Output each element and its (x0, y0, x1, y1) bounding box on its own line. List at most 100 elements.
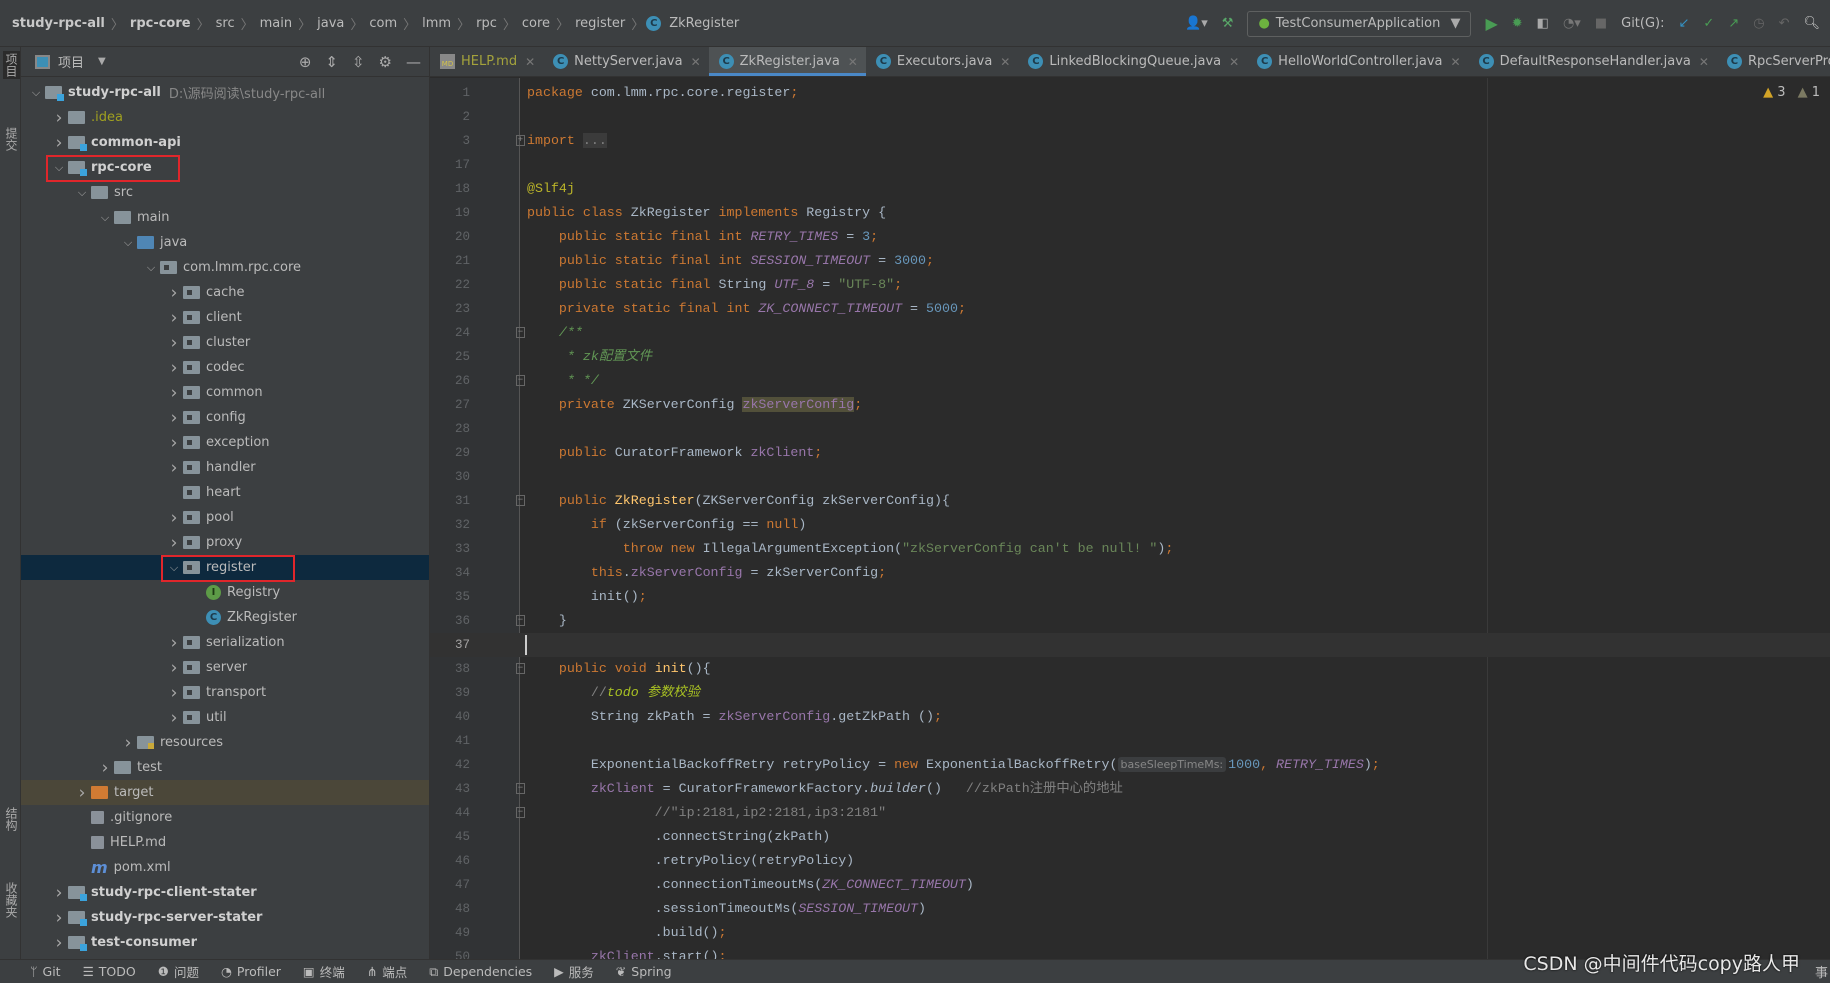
expand-all-icon[interactable]: ⇕ (325, 53, 338, 71)
chevron-right-icon[interactable]: › (165, 633, 183, 653)
tool-window-favorites[interactable]: 收藏夹 (3, 882, 20, 918)
rollback-icon[interactable]: ↶ (1779, 16, 1790, 31)
tree-item[interactable]: › serialization (21, 630, 429, 655)
code-line[interactable]: 27 private ZKServerConfig zkServerConfig… (430, 393, 1830, 417)
code-line[interactable]: 31 − public ZkRegister(ZKServerConfig zkS… (430, 489, 1830, 513)
code-line[interactable]: 25 * zk配置文件 (430, 345, 1830, 369)
tree-item[interactable]: › util (21, 705, 429, 730)
code-line[interactable]: 26 − * */ (430, 369, 1830, 393)
chevron-right-icon[interactable]: › (50, 883, 68, 903)
tree-item[interactable]: › study-rpc-client-stater (21, 880, 429, 905)
chevron-right-icon[interactable]: › (165, 508, 183, 528)
tree-item[interactable]: › common (21, 380, 429, 405)
close-icon[interactable]: ✕ (1451, 55, 1461, 69)
close-icon[interactable]: ✕ (525, 55, 535, 69)
tree-item[interactable]: › exception (21, 430, 429, 455)
tree-item[interactable]: › study-rpc-server-stater (21, 905, 429, 930)
chevron-down-icon[interactable]: ▼ (98, 56, 106, 67)
breadcrumb-item[interactable]: lmm (418, 16, 455, 31)
tree-item[interactable]: › test (21, 755, 429, 780)
tree-item[interactable]: › client (21, 305, 429, 330)
code-line[interactable]: 46 .retryPolicy(retryPolicy) (430, 849, 1830, 873)
tool-window-todo[interactable]: ☰ TODO (83, 964, 136, 979)
tab-defaultresponsehandler-java[interactable]: C DefaultResponseHandler.java ✕ (1469, 47, 1717, 76)
code-line[interactable]: 24 − /** (430, 321, 1830, 345)
git-commit-icon[interactable]: ✓ (1703, 16, 1714, 31)
tree-item[interactable]: › proxy (21, 530, 429, 555)
chevron-right-icon[interactable]: › (165, 458, 183, 478)
code-line[interactable]: 28 (430, 417, 1830, 441)
chevron-right-icon[interactable]: › (119, 733, 137, 753)
tool-window-git[interactable]: ᛘ Git (30, 964, 61, 979)
code-line[interactable]: 3 + import ... (430, 129, 1830, 153)
tab-zkregister-java[interactable]: C ZkRegister.java ✕ (708, 47, 867, 76)
code-line[interactable]: 2 (430, 105, 1830, 129)
history-icon[interactable]: ◷ (1753, 16, 1764, 31)
chevron-right-icon[interactable]: › (50, 133, 68, 153)
fold-collapse-icon[interactable]: − (516, 327, 525, 338)
tree-item[interactable]: heart (21, 480, 429, 505)
code-line[interactable]: 18 @Slf4j (430, 177, 1830, 201)
tool-window-project[interactable]: 项目 (3, 51, 20, 79)
profile-icon[interactable]: ◔▾ (1563, 16, 1581, 31)
chevron-down-icon[interactable]: ⌵ (73, 186, 91, 200)
chevron-right-icon[interactable]: › (50, 933, 68, 953)
chevron-right-icon[interactable]: › (165, 358, 183, 378)
breadcrumb-item[interactable]: java (313, 16, 348, 31)
locate-icon[interactable]: ⊕ (299, 53, 312, 71)
run-icon[interactable]: ▶ (1485, 14, 1497, 33)
breadcrumb-item[interactable]: src (212, 16, 239, 31)
user-icon[interactable]: 👤▾ (1185, 16, 1208, 31)
code-line[interactable]: 36 − } (430, 609, 1830, 633)
code-line[interactable]: 37 (430, 633, 1830, 657)
chevron-down-icon[interactable]: ⌵ (50, 161, 68, 175)
code-line[interactable]: 23 private static final int ZK_CONNECT_T… (430, 297, 1830, 321)
chevron-right-icon[interactable]: › (165, 533, 183, 553)
run-configuration-select[interactable]: ● TestConsumerApplication ▼ (1247, 10, 1472, 37)
close-icon[interactable]: ✕ (1699, 55, 1709, 69)
code-line[interactable]: 43 − zkClient = CuratorFrameworkFactory.b… (430, 777, 1830, 801)
tree-item[interactable]: ⌵ src (21, 180, 429, 205)
chevron-right-icon[interactable]: › (165, 433, 183, 453)
tree-item[interactable]: ⌵ com.lmm.rpc.core (21, 255, 429, 280)
tree-item[interactable]: › transport (21, 680, 429, 705)
tree-item[interactable]: ⌵ main (21, 205, 429, 230)
chevron-right-icon[interactable]: › (165, 408, 183, 428)
fold-collapse-icon[interactable]: − (516, 807, 525, 818)
tree-item[interactable]: ⌵ rpc-core (21, 155, 429, 180)
breadcrumb-item[interactable]: core (518, 16, 554, 31)
breadcrumb-item[interactable]: main (256, 16, 296, 31)
coverage-icon[interactable]: ◧ (1537, 16, 1549, 31)
breadcrumb-item[interactable]: ZkRegister (665, 16, 743, 31)
fold-collapse-icon[interactable]: − (516, 663, 525, 674)
breadcrumb-item[interactable]: rpc-core (126, 16, 195, 31)
code-line[interactable]: 17 (430, 153, 1830, 177)
tree-item[interactable]: I Registry (21, 580, 429, 605)
tree-item[interactable]: › target (21, 780, 429, 805)
git-push-icon[interactable]: ↗ (1728, 16, 1739, 31)
tab-rpcserverprocessor-java[interactable]: CRpcServerProcessor.java✕ (1717, 47, 1830, 76)
tool-window-问题[interactable]: ❶ 问题 (158, 962, 199, 981)
tree-item[interactable]: › common-api (21, 130, 429, 155)
tool-window-profiler[interactable]: ◔ Profiler (221, 964, 281, 979)
chevron-down-icon[interactable]: ⌵ (165, 561, 183, 575)
project-panel-title[interactable]: 项目 (58, 52, 84, 71)
tree-item[interactable]: .gitignore (21, 805, 429, 830)
chevron-down-icon[interactable]: ⌵ (119, 236, 137, 250)
code-line[interactable]: 41 (430, 729, 1830, 753)
code-line[interactable]: 49 .build(); (430, 921, 1830, 945)
fold-collapse-icon[interactable]: − (516, 783, 525, 794)
tree-item[interactable]: › cache (21, 280, 429, 305)
tree-item[interactable]: ⌵ study-rpc-all D:\源码阅读\study-rpc-all (21, 80, 429, 105)
tool-window-commit[interactable]: 提交 (3, 127, 20, 151)
code-line[interactable]: 45 .connectString(zkPath) (430, 825, 1830, 849)
tree-item[interactable]: › resources (21, 730, 429, 755)
tree-item[interactable]: ⌵ java (21, 230, 429, 255)
code-line[interactable]: 19 public class ZkRegister implements Reg… (430, 201, 1830, 225)
code-line[interactable]: 30 (430, 465, 1830, 489)
tree-item[interactable]: HELP.md (21, 830, 429, 855)
tab-helloworldcontroller-java[interactable]: C HelloWorldController.java ✕ (1247, 47, 1468, 76)
code-line[interactable]: 34 this.zkServerConfig = zkServerConfig; (430, 561, 1830, 585)
hide-icon[interactable]: — (406, 53, 421, 71)
tab-help-md[interactable]: MD HELP.md ✕ (430, 47, 543, 76)
